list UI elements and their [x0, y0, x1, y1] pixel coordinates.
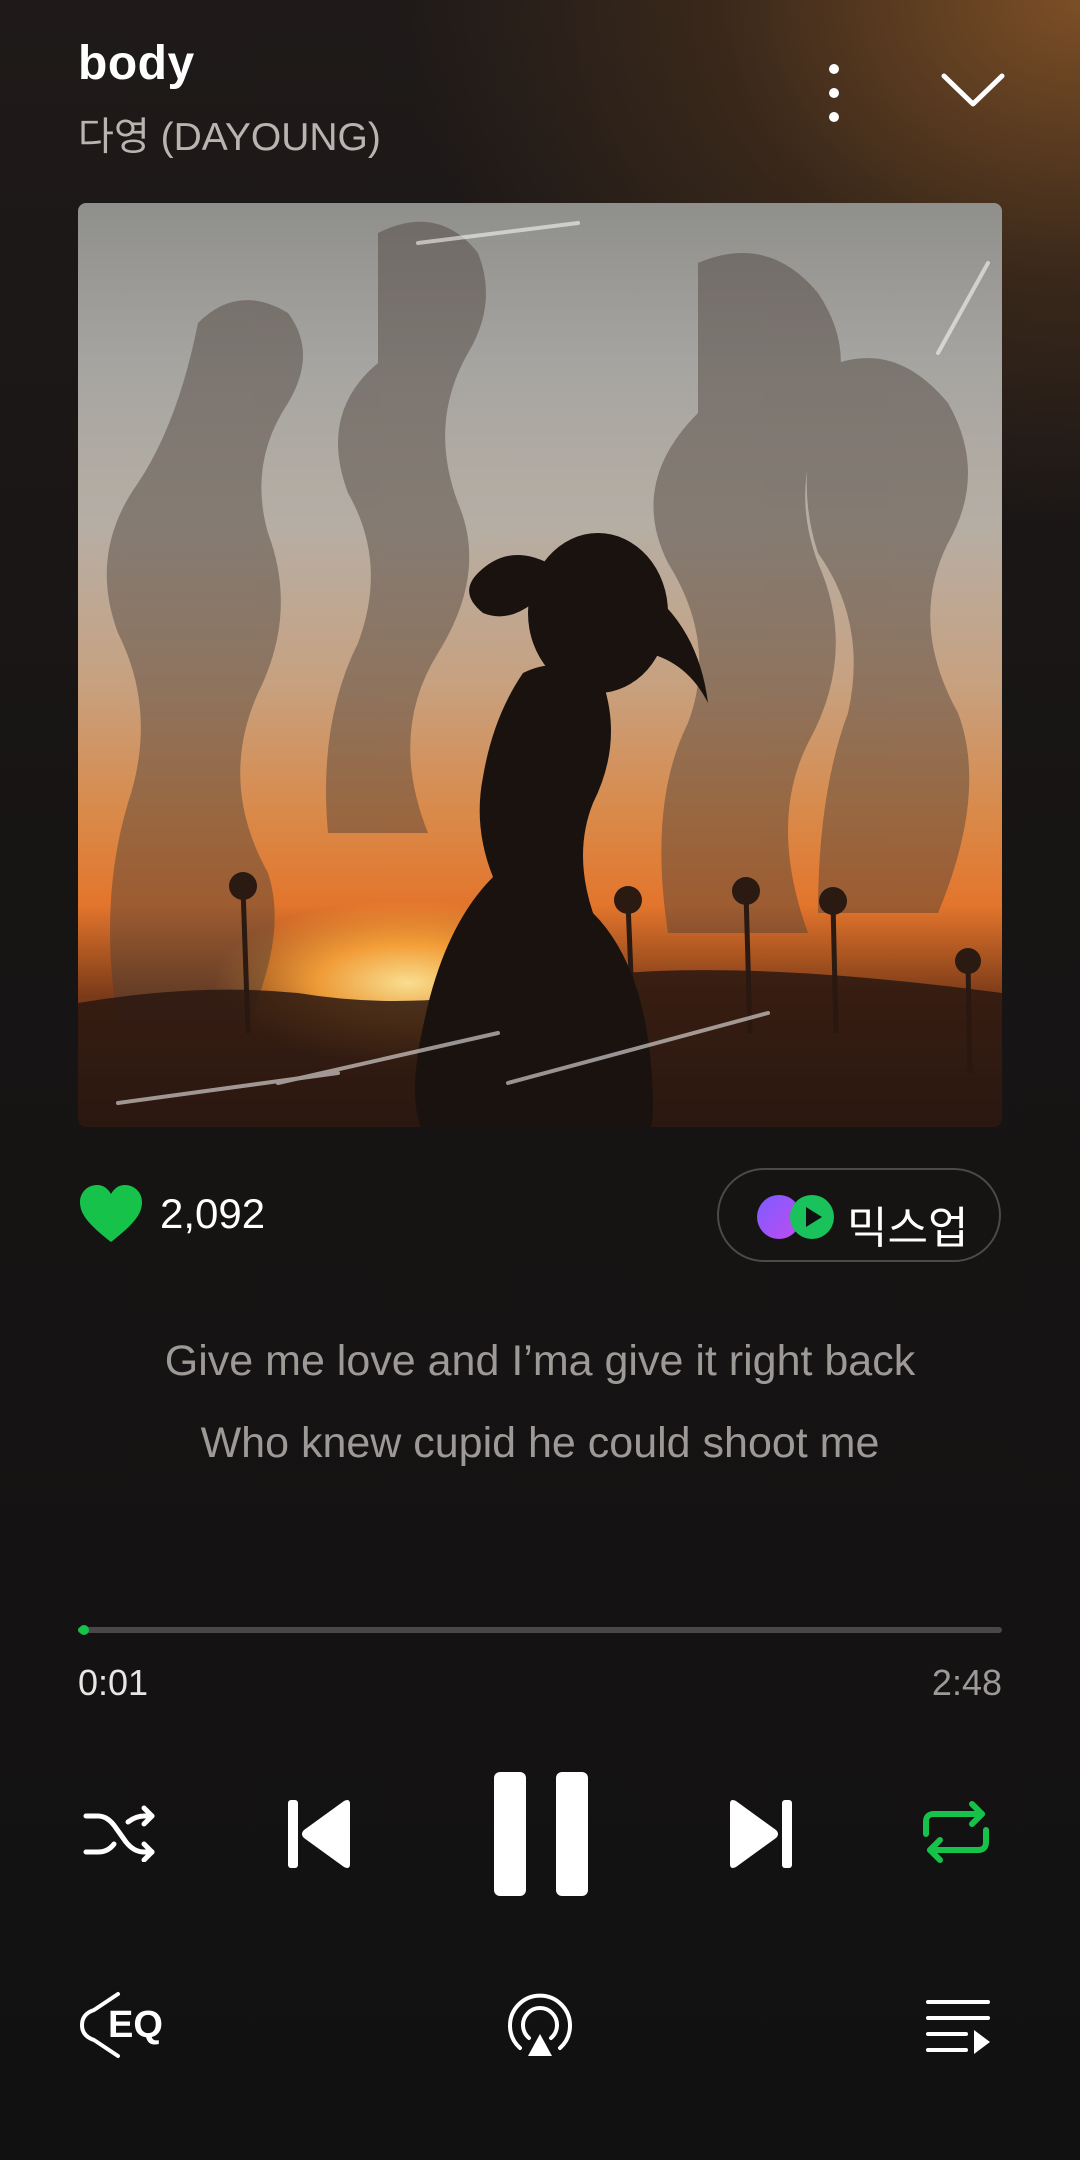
more-options-button[interactable] — [804, 58, 864, 128]
repeat-icon — [923, 1801, 989, 1863]
skip-next-icon — [730, 1800, 792, 1868]
previous-button[interactable] — [286, 1796, 354, 1872]
shuffle-icon — [83, 1805, 155, 1862]
collapse-player-button[interactable] — [938, 66, 1008, 116]
equalizer-button[interactable]: EQ — [78, 1990, 170, 2060]
mixup-icon — [757, 1195, 834, 1239]
eq-label: EQ — [108, 2004, 163, 2046]
like-count: 2,092 — [160, 1190, 266, 1237]
heart-icon[interactable] — [78, 1184, 144, 1244]
airplay-icon — [508, 1993, 572, 2056]
pause-icon — [494, 1772, 588, 1896]
playlist-icon — [926, 2000, 990, 2054]
skip-previous-icon — [288, 1800, 350, 1868]
next-button[interactable] — [726, 1796, 794, 1872]
total-time: 2:48 — [931, 1662, 1002, 1703]
lyric-line: Who knew cupid he could shoot me — [200, 1419, 880, 1467]
progress-knob[interactable] — [79, 1625, 89, 1635]
shuffle-button[interactable] — [82, 1802, 158, 1862]
lyric-line: Give me love and I’ma give it right back — [164, 1337, 916, 1385]
airplay-button[interactable] — [504, 1990, 576, 2062]
artist-name[interactable]: 다영 (DAYOUNG) — [78, 106, 381, 162]
lyrics-panel[interactable]: Give me love and I’ma give it right back… — [0, 1330, 1080, 1494]
current-time: 0:01 — [78, 1662, 149, 1703]
track-title: body — [78, 37, 195, 90]
playlist-button[interactable] — [926, 1996, 992, 2056]
album-cover-image — [78, 203, 1002, 1127]
mixup-button[interactable]: 믹스업 — [717, 1168, 1001, 1262]
mixup-label: 믹스업 — [847, 1204, 969, 1253]
progress-bar[interactable] — [78, 1625, 1002, 1635]
chevron-down-icon — [941, 73, 1005, 107]
pause-button[interactable] — [492, 1770, 590, 1898]
repeat-button[interactable] — [920, 1798, 992, 1866]
now-playing-header: body 다영 (DAYOUNG) — [78, 36, 1008, 166]
